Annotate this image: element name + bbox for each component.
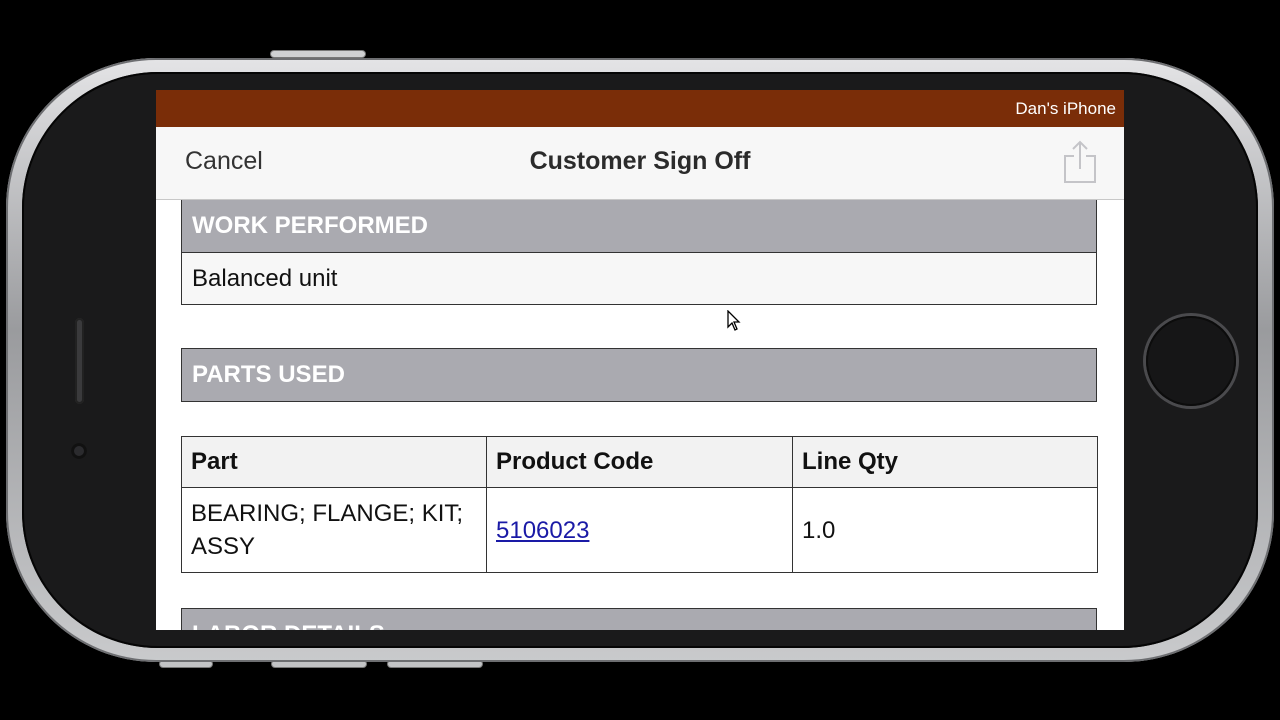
work-performed-section: WORK PERFORMED Balanced unit — [181, 200, 1097, 305]
scroll-content[interactable]: WORK PERFORMED Balanced unit PARTS USED … — [156, 200, 1124, 630]
line-qty-cell: 1.0 — [792, 487, 1098, 573]
parts-used-section: PARTS USED — [181, 348, 1097, 402]
mouse-cursor-icon — [727, 310, 741, 331]
column-header-product-code: Product Code — [486, 436, 793, 488]
part-cell: BEARING; FLANGE; KIT; ASSY — [181, 487, 487, 573]
table-row: BEARING; FLANGE; KIT; ASSY 5106023 1.0 — [181, 487, 1098, 573]
device-name: Dan's iPhone — [1015, 98, 1116, 118]
power-button — [271, 51, 365, 57]
stage: Dan's iPhone Cancel Customer Sign Off WO… — [0, 0, 1280, 720]
parts-used-header: PARTS USED — [182, 349, 1096, 401]
parts-table: Part Product Code Line Qty BEARING; FLAN… — [181, 436, 1098, 573]
table-header-row: Part Product Code Line Qty — [181, 436, 1098, 488]
navigation-bar: Cancel Customer Sign Off — [156, 127, 1124, 200]
front-camera — [71, 443, 87, 459]
column-header-part: Part — [181, 436, 487, 488]
home-button[interactable] — [1146, 316, 1236, 406]
labor-details-section: LABOR DETAILS — [181, 608, 1097, 630]
speaker-grille — [75, 318, 84, 404]
phone-screen: Dan's iPhone Cancel Customer Sign Off WO… — [156, 90, 1124, 630]
product-code-link[interactable]: 5106023 — [496, 517, 589, 544]
column-header-line-qty: Line Qty — [792, 436, 1098, 488]
product-code-cell: 5106023 — [486, 487, 793, 573]
page-title: Customer Sign Off — [529, 147, 751, 175]
share-icon[interactable] — [1062, 139, 1098, 185]
work-performed-header: WORK PERFORMED — [182, 200, 1096, 252]
labor-details-header: LABOR DETAILS — [182, 609, 1096, 630]
work-performed-value: Balanced unit — [182, 252, 1096, 304]
status-bar: Dan's iPhone — [156, 90, 1124, 127]
